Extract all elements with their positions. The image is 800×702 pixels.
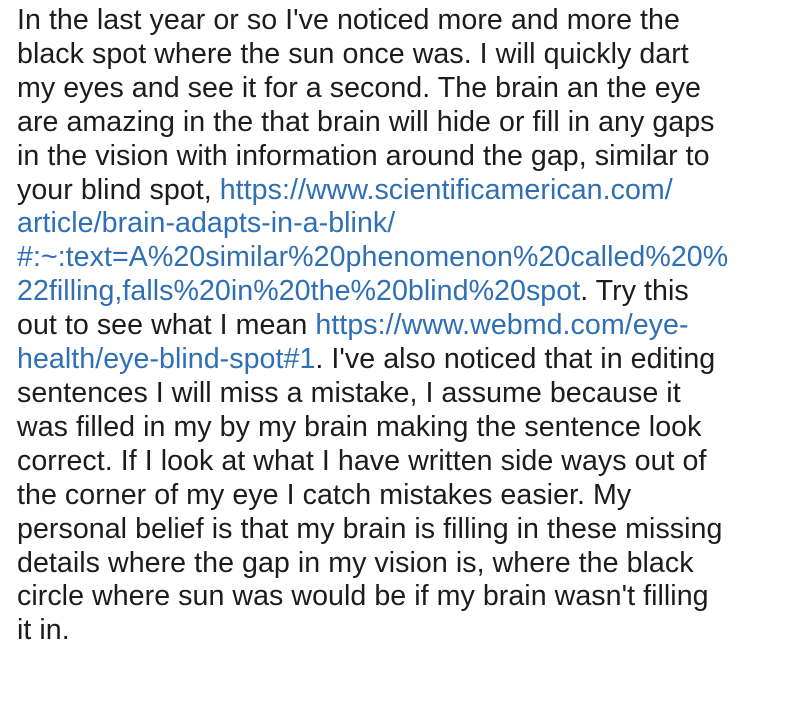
post-text-line: sentences I will miss a mistake, I assum…: [17, 377, 787, 411]
post-text: correct. If I look at what I have writte…: [17, 444, 707, 477]
post-text-line: correct. If I look at what I have writte…: [17, 445, 787, 479]
post-text-line: my eyes and see it for a second. The bra…: [17, 72, 787, 106]
post-text: it in.: [17, 614, 70, 647]
post-text: In the last year or so I've noticed more…: [17, 4, 680, 36]
post-text: your blind spot,: [17, 173, 220, 206]
post-link[interactable]: #:~:text=A%20similar%20phenomenon%20call…: [17, 241, 728, 273]
post-link[interactable]: https://www.scientificamerican.com/: [220, 174, 673, 206]
post-text-line: it in.: [17, 614, 787, 648]
post-text-line: #:~:text=A%20similar%20phenomenon%20call…: [17, 241, 787, 275]
post-text: my eyes and see it for a second. The bra…: [17, 71, 702, 104]
post-link[interactable]: article/brain-adapts-in-a-blink/: [17, 207, 395, 239]
post-text-line: in the vision with information around th…: [17, 140, 787, 174]
post-body: In the last year or so I've noticed more…: [17, 4, 787, 648]
post-text: sentences I will miss a mistake, I assum…: [17, 376, 681, 409]
post-text: . I've also noticed that in editing: [315, 343, 716, 376]
post-text-line: In the last year or so I've noticed more…: [17, 4, 787, 38]
post-text: . Try this: [580, 275, 689, 308]
post-text: black spot where the sun once was. I wil…: [17, 37, 689, 70]
post-text-line: the corner of my eye I catch mistakes ea…: [17, 479, 787, 513]
post-text-line: circle where sun was would be if my brai…: [17, 580, 787, 614]
post-text: personal belief is that my brain is fill…: [17, 512, 723, 545]
post-text-line: are amazing in the that brain will hide …: [17, 106, 787, 140]
post-text: circle where sun was would be if my brai…: [17, 580, 709, 613]
post-link[interactable]: health/eye-blind-spot#1: [17, 343, 315, 375]
post-text-line: personal belief is that my brain is fill…: [17, 513, 787, 547]
post-text: in the vision with information around th…: [17, 139, 710, 172]
post-text: out to see what I mean: [17, 309, 316, 342]
post-text: are amazing in the that brain will hide …: [17, 105, 715, 138]
post-text-line: article/brain-adapts-in-a-blink/: [17, 207, 787, 241]
post-link[interactable]: 22filling,falls%20in%20the%20blind%20spo…: [17, 275, 580, 307]
post-text: was filled in my by my brain making the …: [17, 410, 702, 443]
post-text-line: 22filling,falls%20in%20the%20blind%20spo…: [17, 275, 787, 309]
post-text-line: health/eye-blind-spot#1. I've also notic…: [17, 343, 787, 377]
post-link[interactable]: https://www.webmd.com/eye-: [315, 309, 688, 341]
post-text-line: details where the gap in my vision is, w…: [17, 547, 787, 581]
post-text-line: out to see what I mean https://www.webmd…: [17, 309, 787, 343]
post-text-line: your blind spot, https://www.scientifica…: [17, 174, 787, 208]
post-text-line: was filled in my by my brain making the …: [17, 411, 787, 445]
post-text: details where the gap in my vision is, w…: [17, 546, 694, 579]
post-text-line: black spot where the sun once was. I wil…: [17, 38, 787, 72]
post-text: the corner of my eye I catch mistakes ea…: [17, 478, 632, 511]
